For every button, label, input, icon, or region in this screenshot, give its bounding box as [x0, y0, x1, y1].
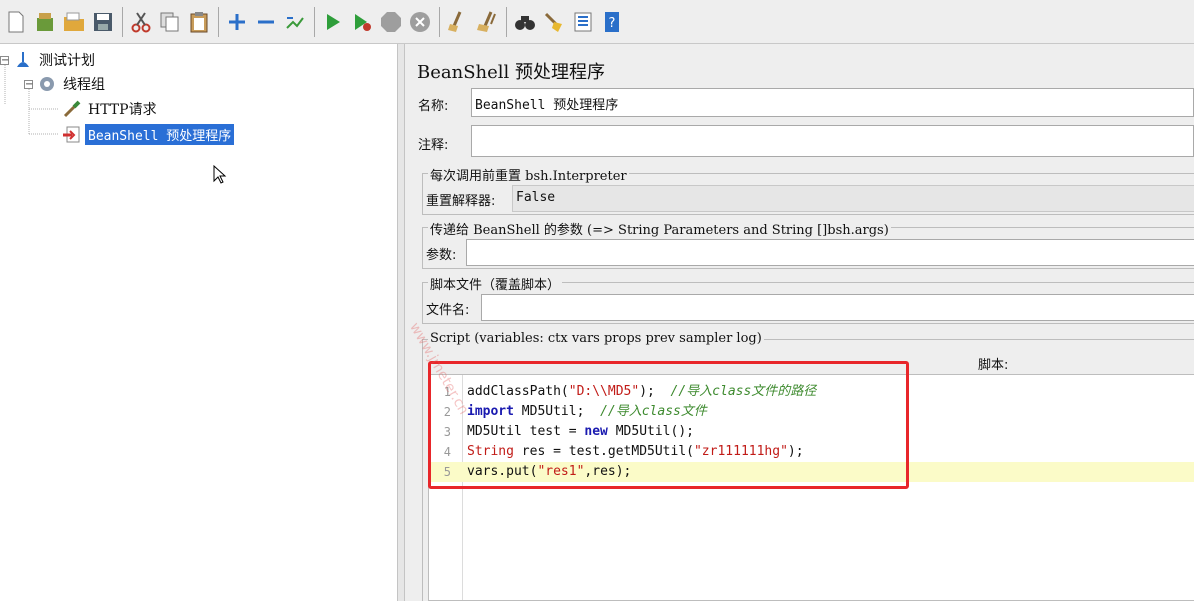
reset-search-icon[interactable] — [540, 7, 568, 37]
toolbar-separator — [218, 6, 219, 37]
new-icon[interactable] — [2, 7, 30, 37]
filename-label: 文件名: — [426, 303, 470, 318]
tree-node-thread-group[interactable]: − 线程组 — [24, 73, 108, 95]
start-icon[interactable] — [319, 7, 347, 37]
gear-icon — [37, 74, 57, 94]
svg-text:?: ? — [609, 16, 616, 31]
name-field[interactable]: BeanShell 预处理程序 — [471, 88, 1194, 117]
search-icon[interactable] — [511, 7, 539, 37]
preprocessor-icon — [62, 124, 82, 144]
toolbar-separator — [506, 6, 507, 37]
clear-all-icon[interactable] — [473, 7, 501, 37]
toolbar: ? — [0, 0, 1194, 44]
name-label: 名称: — [418, 99, 449, 114]
reset-interpreter-select[interactable]: False — [512, 185, 1194, 212]
tree-node-beanshell[interactable]: BeanShell 预处理程序 — [58, 123, 235, 145]
help-icon[interactable]: ? — [598, 7, 626, 37]
parameters-label: 参数: — [426, 248, 457, 263]
group-title: 脚本文件（覆盖脚本） — [428, 274, 563, 293]
toolbar-separator — [122, 6, 123, 37]
beanshell-preprocessor-panel: BeanShell 预处理程序 名称: BeanShell 预处理程序 注释: … — [405, 44, 1194, 601]
panel-title: BeanShell 预处理程序 — [417, 62, 606, 83]
toolbar-separator — [439, 6, 440, 37]
stop-icon[interactable] — [377, 7, 405, 37]
parameters-group: 传递给 BeanShell 的参数 (=> String Parameters … — [422, 219, 1194, 269]
script-label: 脚本: — [978, 358, 1009, 373]
group-title: 每次调用前重置 bsh.Interpreter — [428, 165, 629, 184]
cut-icon[interactable] — [127, 7, 155, 37]
function-helper-icon[interactable] — [569, 7, 597, 37]
clear-icon[interactable] — [444, 7, 472, 37]
tree-label: 线程组 — [63, 77, 105, 93]
pipette-icon — [62, 99, 82, 119]
test-plan-tree: − 测试计划 − 线程组 HTTP请求 BeanShell 预处理程序 — [0, 44, 397, 601]
script-file-group: 脚本文件（覆盖脚本） 文件名: — [422, 274, 1194, 324]
open-icon[interactable] — [60, 7, 88, 37]
comment-field[interactable] — [471, 125, 1194, 157]
split-pane-divider[interactable] — [397, 44, 405, 601]
comment-label: 注释: — [418, 138, 449, 153]
tree-node-http-request[interactable]: HTTP请求 — [58, 98, 160, 120]
reset-interpreter-group: 每次调用前重置 bsh.Interpreter 重置解释器: False — [422, 165, 1194, 215]
collapse-toggle[interactable]: − — [24, 79, 33, 89]
mouse-cursor-icon — [213, 165, 227, 184]
copy-icon[interactable] — [156, 7, 184, 37]
tree-label: HTTP请求 — [88, 102, 157, 118]
start-no-pause-icon[interactable] — [348, 7, 376, 37]
templates-icon[interactable] — [31, 7, 59, 37]
reset-label: 重置解释器: — [426, 194, 496, 209]
paste-icon[interactable] — [185, 7, 213, 37]
highlight-annotation-box — [428, 361, 909, 489]
collapse-icon[interactable] — [252, 7, 280, 37]
shutdown-icon[interactable] — [406, 7, 434, 37]
toolbar-separator — [314, 6, 315, 37]
save-icon[interactable] — [89, 7, 117, 37]
test-plan-icon — [13, 50, 33, 70]
group-title: Script (variables: ctx vars props prev s… — [428, 331, 764, 346]
filename-field[interactable] — [481, 294, 1194, 321]
tree-node-test-plan[interactable]: − 测试计划 — [0, 49, 98, 71]
collapse-toggle[interactable]: − — [0, 55, 9, 65]
group-title: 传递给 BeanShell 的参数 (=> String Parameters … — [428, 219, 891, 238]
expand-icon[interactable] — [223, 7, 251, 37]
parameters-field[interactable] — [466, 239, 1194, 266]
tree-label: 测试计划 — [39, 53, 95, 69]
tree-label-selected: BeanShell 预处理程序 — [85, 123, 235, 145]
toggle-icon[interactable] — [281, 7, 309, 37]
